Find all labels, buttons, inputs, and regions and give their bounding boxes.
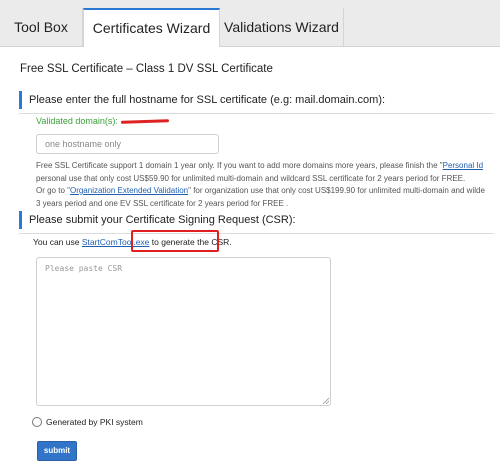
info-line-1: Free SSL Certificate support 1 domain 1 … bbox=[36, 160, 496, 173]
resize-handle-icon[interactable] bbox=[322, 397, 329, 404]
csr-heading-text: Please submit your Certificate Signing R… bbox=[29, 214, 296, 226]
redaction-mark bbox=[120, 119, 169, 124]
info-line-3-prefix: Or go to " bbox=[36, 186, 70, 195]
csr-textarea[interactable] bbox=[36, 257, 331, 406]
pki-radio[interactable] bbox=[32, 417, 42, 427]
hostname-input[interactable] bbox=[36, 134, 219, 154]
hostname-heading-text: Please enter the full hostname for SSL c… bbox=[29, 94, 386, 106]
tab-certificates-wizard[interactable]: Certificates Wizard bbox=[83, 8, 220, 47]
csr-section-heading: Please submit your Certificate Signing R… bbox=[19, 211, 494, 234]
validated-domains: Validated domain(s): bbox=[36, 116, 169, 126]
tab-tool-box[interactable]: Tool Box bbox=[0, 8, 83, 46]
tab-validations-wizard[interactable]: Validations Wizard bbox=[220, 8, 344, 46]
hostname-section-heading: Please enter the full hostname for SSL c… bbox=[19, 91, 494, 114]
personal-id-link[interactable]: Personal Id bbox=[443, 161, 483, 170]
section-divider bbox=[19, 233, 494, 234]
section-divider bbox=[19, 113, 494, 114]
organization-ev-link[interactable]: Organization Extended Validation bbox=[70, 186, 188, 195]
annotation-highlight-box bbox=[131, 230, 219, 252]
csr-hint-prefix: You can use bbox=[33, 237, 82, 247]
info-line-2: personal use that only cost US$59.90 for… bbox=[36, 173, 466, 183]
info-line-4: 3 years period and one EV SSL certificat… bbox=[36, 198, 289, 208]
info-line-3-suffix: " for organization use that only cost US… bbox=[188, 186, 485, 195]
validated-domains-label: Validated domain(s): bbox=[36, 116, 118, 126]
info-line-1-text: Free SSL Certificate support 1 domain 1 … bbox=[36, 161, 443, 170]
info-line-3: Or go to "Organization Extended Validati… bbox=[36, 185, 496, 198]
tab-bar: Tool Box Certificates Wizard Validations… bbox=[0, 0, 500, 47]
pki-option[interactable]: Generated by PKI system bbox=[32, 417, 143, 427]
pki-option-label: Generated by PKI system bbox=[46, 417, 143, 427]
certificate-info-text: Free SSL Certificate support 1 domain 1 … bbox=[36, 160, 496, 210]
page-title: Free SSL Certificate – Class 1 DV SSL Ce… bbox=[20, 63, 273, 75]
submit-button[interactable]: submit bbox=[37, 441, 77, 461]
